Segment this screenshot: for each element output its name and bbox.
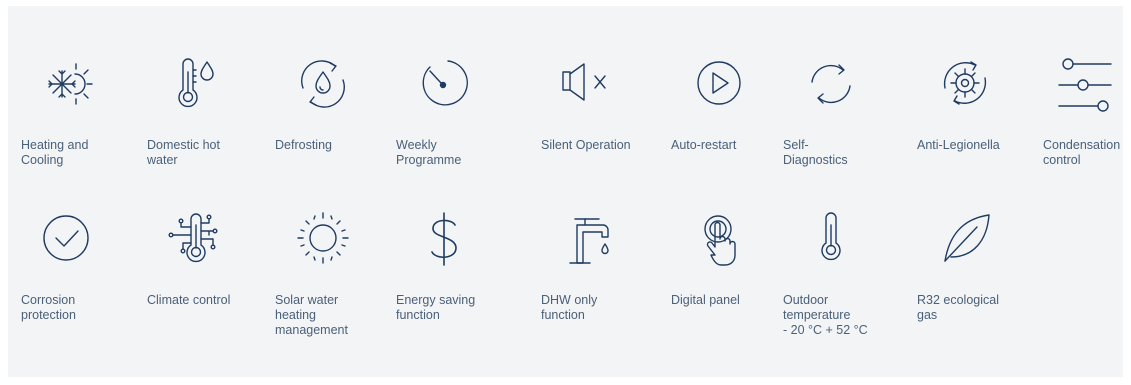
circuit-thermometer-icon: [161, 205, 229, 273]
check-circle-icon: [35, 205, 103, 273]
feature-label: Heating and Cooling: [21, 138, 89, 167]
gear-cycle-icon: [931, 50, 999, 118]
feature-label: Solar water heating management: [275, 293, 348, 337]
feature-label: Domestic hot water: [147, 138, 220, 167]
drop-cycle-icon: [289, 50, 357, 118]
feature-label: R32 ecological gas: [917, 293, 999, 322]
thermometer-icon: [797, 205, 865, 273]
sync-arrows-icon: [797, 50, 865, 118]
feature-label: Condensation control: [1043, 138, 1121, 167]
play-circle-icon: [685, 50, 753, 118]
feature-label: Silent Operation: [541, 138, 631, 152]
feature-label: Digital panel: [671, 293, 740, 307]
feature-label: Climate control: [147, 293, 231, 307]
sun-icon: [289, 205, 357, 273]
faucet-icon: [555, 205, 623, 273]
speaker-mute-icon: [555, 50, 623, 118]
snowflake-sun-icon: [35, 50, 103, 118]
touch-button-icon: [685, 205, 753, 273]
timer-icon: [410, 50, 478, 118]
feature-label: Anti-Legionella: [917, 138, 1000, 152]
dollar-icon: [410, 205, 478, 273]
feature-label: Auto-restart: [671, 138, 737, 152]
leaf-icon: [931, 205, 999, 273]
feature-label: Outdoor temperature - 20 °C + 52 °C: [783, 293, 868, 337]
feature-label: Weekly Programme: [396, 138, 462, 167]
feature-label: Energy saving function: [396, 293, 476, 322]
feature-label: Self- Diagnostics: [783, 138, 848, 167]
feature-label: Corrosion protection: [21, 293, 76, 322]
feature-label: DHW only function: [541, 293, 598, 322]
feature-label: Defrosting: [275, 138, 332, 152]
features-panel: Heating and Cooling Domestic hot water D…: [8, 6, 1123, 377]
thermometer-drop-icon: [161, 50, 229, 118]
sliders-icon: [1051, 50, 1119, 118]
